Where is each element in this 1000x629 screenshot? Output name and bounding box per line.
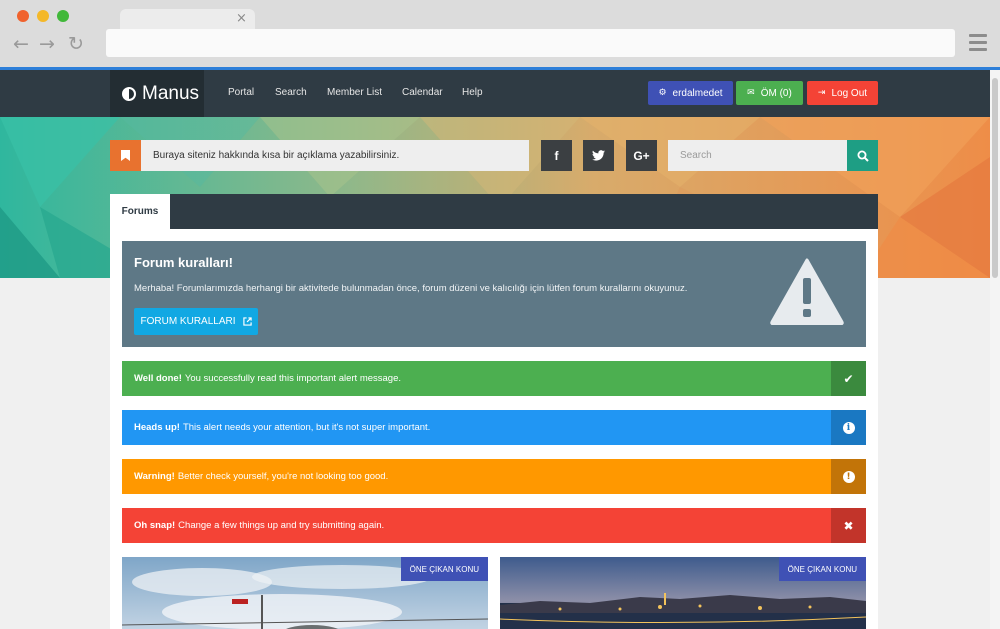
search-input[interactable] — [668, 140, 847, 171]
top-navbar: Manus Portal Search Member List Calendar… — [0, 70, 990, 117]
google-plus-button[interactable]: G+ — [626, 140, 657, 171]
search-icon — [857, 150, 869, 162]
brand-logo[interactable]: Manus — [110, 70, 204, 117]
twitter-icon — [592, 150, 605, 161]
rules-text: Merhaba! Forumlarımızda herhangi bir akt… — [134, 283, 688, 294]
info-icon[interactable]: i — [831, 410, 866, 445]
info-circle: i — [842, 421, 855, 434]
alert-strong: Warning! — [134, 471, 175, 482]
close-window-dot[interactable] — [17, 10, 29, 22]
forum-rules-button[interactable]: FORUM KURALLARI — [134, 308, 258, 335]
address-bar[interactable] — [106, 29, 955, 57]
page-viewport: Manus Portal Search Member List Calendar… — [0, 70, 990, 629]
browser-tab[interactable] — [120, 9, 255, 31]
alert-text: Change a few things up and try submittin… — [178, 520, 385, 531]
forums-card: Forums Forum kuralları! Merhaba! Forumla… — [110, 194, 878, 629]
logout-label: Log Out — [831, 87, 868, 99]
tab-bar: Forums — [110, 194, 878, 229]
browser-menu-icon[interactable] — [969, 34, 987, 52]
sign-out-icon: ⇥ — [817, 88, 826, 98]
tab-close-icon[interactable]: × — [236, 11, 247, 26]
facebook-button[interactable]: f — [541, 140, 572, 171]
rules-title: Forum kuralları! — [134, 255, 233, 270]
back-icon[interactable]: ← — [13, 33, 29, 55]
alert-strong: Heads up! — [134, 422, 180, 433]
twitter-button[interactable] — [583, 140, 614, 171]
alert-text: You successfully read this important ale… — [184, 373, 402, 384]
scrollbar-thumb[interactable] — [992, 78, 998, 278]
user-label: erdalmedet — [672, 87, 723, 99]
half-circle-logo-icon — [122, 86, 136, 101]
featured-topic-card[interactable]: ÖNE ÇIKAN KONU — [122, 557, 488, 629]
nav-link-portal[interactable]: Portal — [228, 87, 254, 98]
google-plus-icon: G+ — [633, 148, 650, 163]
maximize-window-dot[interactable] — [57, 10, 69, 22]
browser-chrome: × ← → ↻ — [0, 0, 1000, 67]
brand-name: Manus — [142, 82, 200, 104]
user-profile-button[interactable]: ⚙ erdalmedet — [648, 81, 733, 105]
search-button[interactable] — [847, 140, 878, 171]
alert-info: Heads up! This alert needs your attentio… — [122, 410, 866, 445]
rules-button-label: FORUM KURALLARI — [140, 316, 236, 327]
alert-danger: Oh snap! Change a few things up and try … — [122, 508, 866, 543]
reload-icon[interactable]: ↻ — [68, 33, 84, 55]
minimize-window-dot[interactable] — [37, 10, 49, 22]
featured-badge: ÖNE ÇIKAN KONU — [400, 557, 488, 581]
envelope-icon: ✉ — [747, 88, 755, 98]
pm-label: ÖM (0) — [760, 87, 792, 99]
nav-link-search[interactable]: Search — [275, 87, 307, 98]
nav-link-calendar[interactable]: Calendar — [402, 87, 443, 98]
alert-text: Better check yourself, you're not lookin… — [177, 471, 389, 482]
exclamation-circle: ! — [842, 470, 855, 483]
facebook-icon: f — [554, 148, 559, 163]
alert-strong: Oh snap! — [134, 520, 176, 531]
close-icon[interactable]: ✖ — [831, 508, 866, 543]
tab-forums[interactable]: Forums — [110, 194, 170, 229]
exclamation-icon[interactable]: ! — [831, 459, 866, 494]
private-messages-button[interactable]: ✉ ÖM (0) — [736, 81, 803, 105]
warning-triangle-icon — [770, 258, 844, 325]
logout-button[interactable]: ⇥ Log Out — [807, 81, 878, 105]
alert-text: This alert needs your attention, but it'… — [182, 422, 431, 433]
external-link-icon — [242, 317, 252, 326]
bookmark-badge — [110, 140, 141, 171]
alert-warning: Warning! Better check yourself, you're n… — [122, 459, 866, 494]
bookmark-icon — [121, 150, 130, 161]
check-icon[interactable]: ✔ — [831, 361, 866, 396]
forward-icon[interactable]: → — [39, 33, 55, 55]
alert-success: Well done! You successfully read this im… — [122, 361, 866, 396]
featured-topic-card[interactable]: ÖNE ÇIKAN KONU — [500, 557, 866, 629]
alert-strong: Well done! — [134, 373, 182, 384]
forum-rules-panel: Forum kuralları! Merhaba! Forumlarımızda… — [122, 241, 866, 347]
nav-link-member-list[interactable]: Member List — [327, 87, 382, 98]
site-description: Buraya siteniz hakkında kısa bir açıklam… — [141, 140, 529, 171]
featured-badge: ÖNE ÇIKAN KONU — [778, 557, 866, 581]
nav-link-help[interactable]: Help — [462, 87, 483, 98]
gear-icon: ⚙ — [658, 88, 667, 98]
